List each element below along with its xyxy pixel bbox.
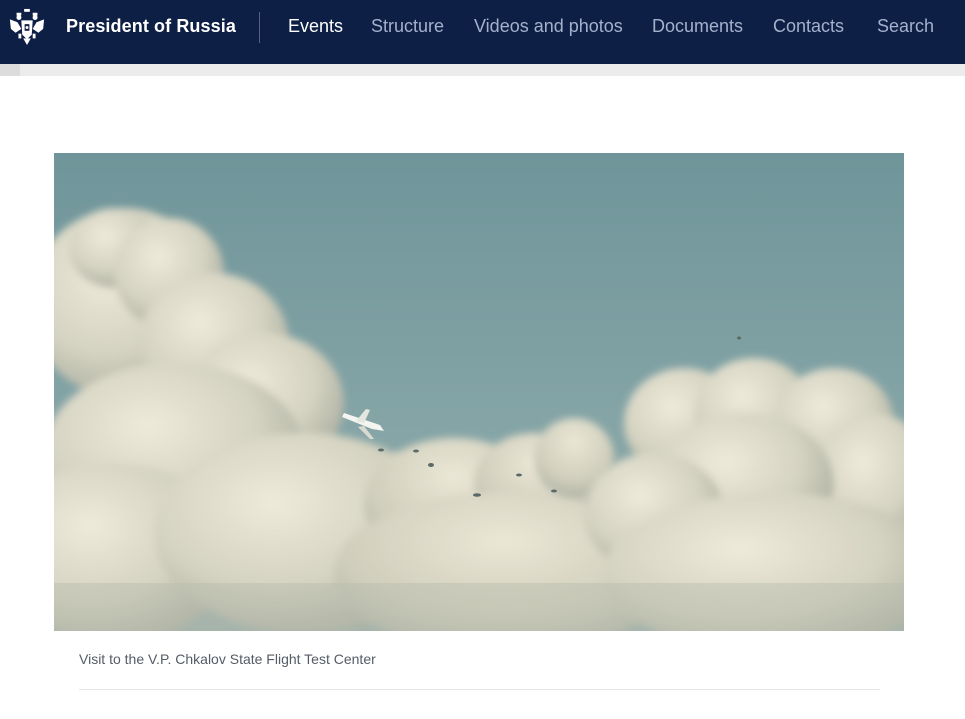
nav-search[interactable]: Search <box>877 0 934 52</box>
nav-videos-and-photos[interactable]: Videos and photos <box>474 0 623 52</box>
double-headed-eagle-icon[interactable] <box>8 8 46 46</box>
top-navigation-bar: President of Russia Events Structure Vid… <box>0 0 965 64</box>
site-title-link[interactable]: President of Russia <box>66 0 236 52</box>
nav-documents[interactable]: Documents <box>652 0 743 52</box>
header-divider <box>259 12 260 43</box>
nav-contacts[interactable]: Contacts <box>773 0 844 52</box>
media-caption: Visit to the V.P. Chkalov State Flight T… <box>79 651 376 667</box>
sub-header-strip <box>0 64 965 76</box>
sky-with-clouds-image <box>54 153 904 631</box>
event-video-frame[interactable] <box>54 153 904 631</box>
nav-structure[interactable]: Structure <box>371 0 444 52</box>
caption-divider <box>79 689 880 690</box>
sub-header-accent <box>0 64 20 76</box>
nav-events[interactable]: Events <box>288 0 343 52</box>
